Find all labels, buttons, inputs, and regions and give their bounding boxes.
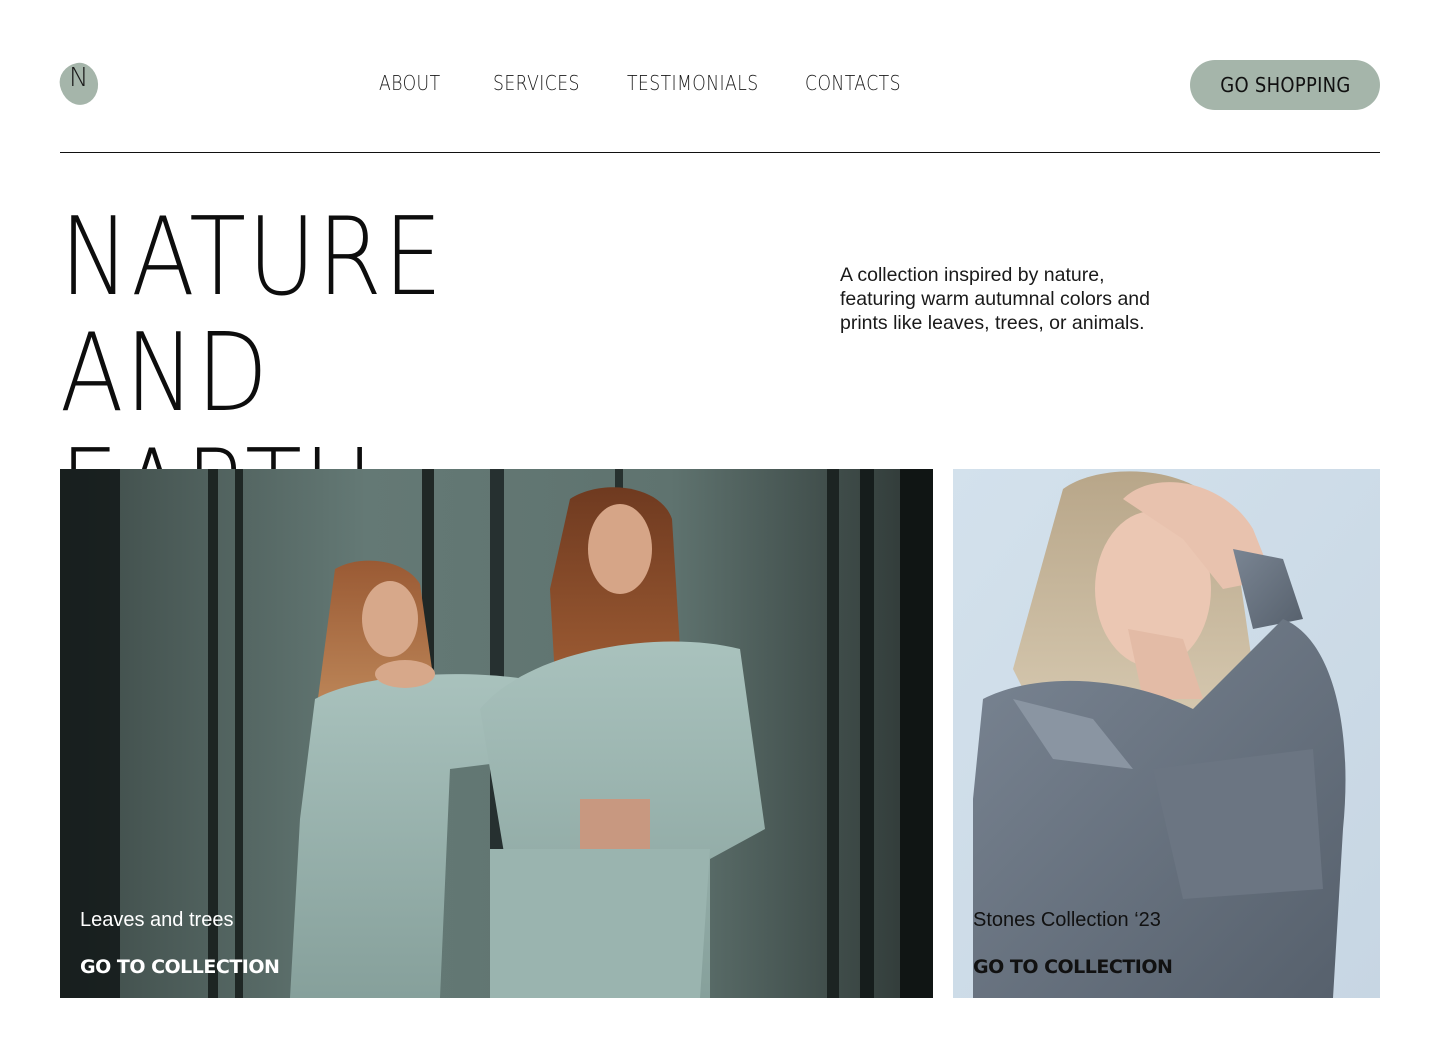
nav-services[interactable]: SERVICES bbox=[493, 71, 580, 95]
nav-testimonials[interactable]: TESTIMONIALS bbox=[627, 71, 759, 95]
collection-card-stones[interactable]: Stones Collection ‘23 GO TO COLLECTION bbox=[953, 469, 1380, 998]
collection-label: Stones Collection ‘23 bbox=[973, 909, 1161, 931]
header-divider bbox=[60, 152, 1380, 153]
hero-description: A collection inspired by nature, featuri… bbox=[840, 264, 1150, 334]
logo-letter: N bbox=[69, 63, 89, 93]
go-to-collection-link[interactable]: GO TO COLLECTION bbox=[80, 956, 280, 978]
go-shopping-button[interactable]: GO SHOPPING bbox=[1190, 60, 1380, 110]
main-nav: ABOUT SERVICES TESTIMONIALS CONTACTS bbox=[379, 71, 909, 95]
go-shopping-label: GO SHOPPING bbox=[1219, 73, 1351, 97]
site-header: N ABOUT SERVICES TESTIMONIALS CONTACTS G… bbox=[56, 59, 1380, 110]
collection-card-leaves[interactable]: Leaves and trees GO TO COLLECTION bbox=[60, 469, 933, 998]
hero-title-line-1: NATURE AND bbox=[60, 195, 445, 436]
nav-contacts[interactable]: CONTACTS bbox=[805, 71, 901, 95]
collection-label: Leaves and trees bbox=[80, 909, 234, 931]
go-to-collection-link[interactable]: GO TO COLLECTION bbox=[973, 956, 1173, 978]
nav-about[interactable]: ABOUT bbox=[379, 71, 441, 95]
logo[interactable]: N bbox=[56, 59, 102, 109]
